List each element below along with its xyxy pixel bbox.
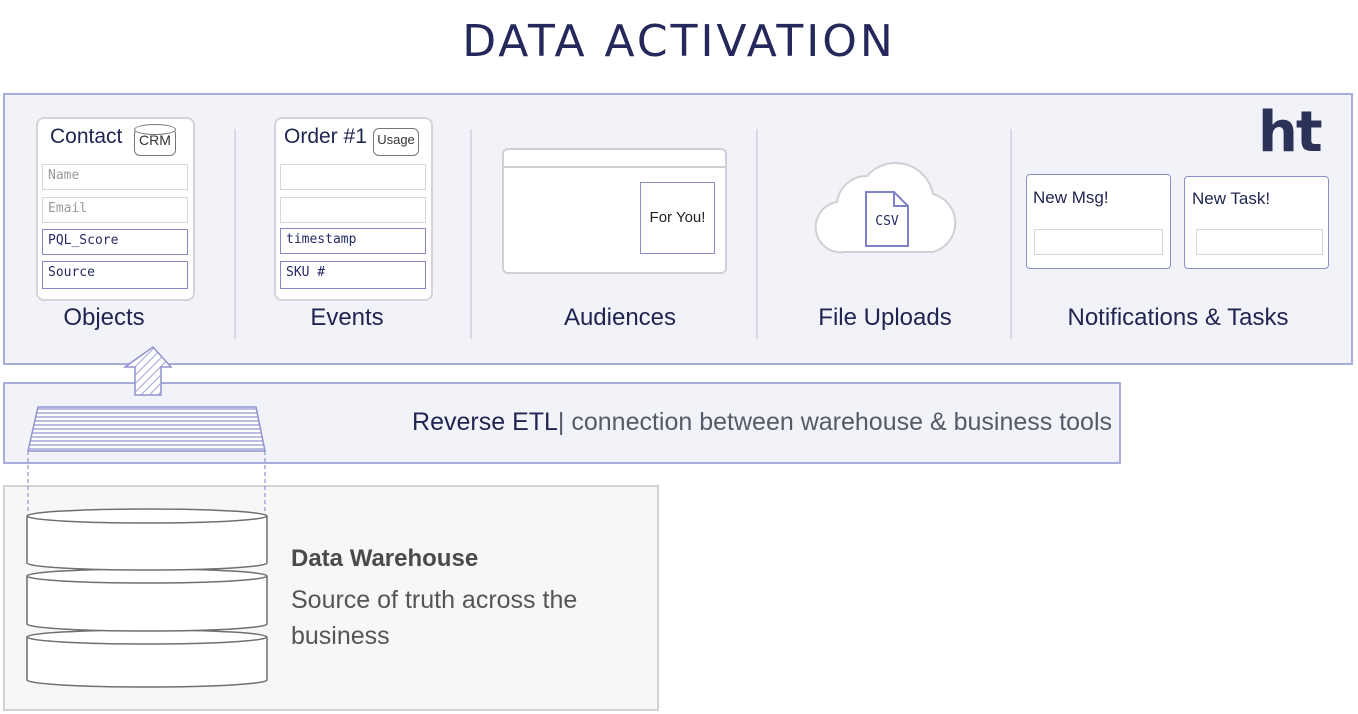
new-message-title: New Msg! xyxy=(1033,188,1109,207)
reverse-etl-description: connection between warehouse & business … xyxy=(571,408,1112,436)
audiences-label: Audiences xyxy=(563,304,677,331)
name-field: Name xyxy=(42,164,188,190)
data-warehouse-description: Source of truth across the business xyxy=(291,586,578,650)
events-label: Events xyxy=(310,304,384,331)
task-field xyxy=(1196,229,1323,255)
usage-tag-label: Usage xyxy=(377,132,415,147)
divider xyxy=(234,129,236,339)
order-card-title: Order #1 xyxy=(284,125,367,148)
reverse-etl-label: Reverse ETL xyxy=(412,408,558,436)
sku-field: SKU # xyxy=(280,261,426,289)
event-field-empty xyxy=(280,164,426,190)
up-arrow-icon xyxy=(122,346,173,396)
divider xyxy=(470,129,472,339)
notifications-label: Notifications & Tasks xyxy=(1067,304,1289,331)
connector-trapezoid xyxy=(27,406,266,452)
source-field: Source xyxy=(42,261,188,289)
csv-label: CSV xyxy=(875,214,899,229)
reverse-etl-caption: Reverse ETL| connection between warehous… xyxy=(412,408,1112,437)
separator: | xyxy=(557,408,565,436)
message-field xyxy=(1034,229,1163,255)
crm-tag-label: CRM xyxy=(139,132,171,148)
file-uploads-label: File Uploads xyxy=(818,304,952,331)
email-field: Email xyxy=(42,197,188,223)
for-you-banner: For You! xyxy=(640,182,715,254)
divider xyxy=(1010,129,1012,339)
usage-tag: Usage xyxy=(373,128,419,156)
data-warehouse-title: Data Warehouse xyxy=(291,545,479,572)
database-icon xyxy=(26,508,268,688)
divider xyxy=(756,129,758,339)
crm-database-icon: CRM xyxy=(134,124,176,156)
page-title: DATA ACTIVATION xyxy=(462,16,896,67)
timestamp-field: timestamp xyxy=(280,228,426,254)
objects-label: Objects xyxy=(63,304,145,331)
event-field-empty xyxy=(280,197,426,223)
pql-score-field: PQL_Score xyxy=(42,229,188,255)
new-task-title: New Task! xyxy=(1192,189,1271,208)
etl-flow-graphic xyxy=(26,346,268,688)
contact-card-title: Contact xyxy=(50,125,123,148)
hightouch-logo: ht xyxy=(1258,100,1323,165)
